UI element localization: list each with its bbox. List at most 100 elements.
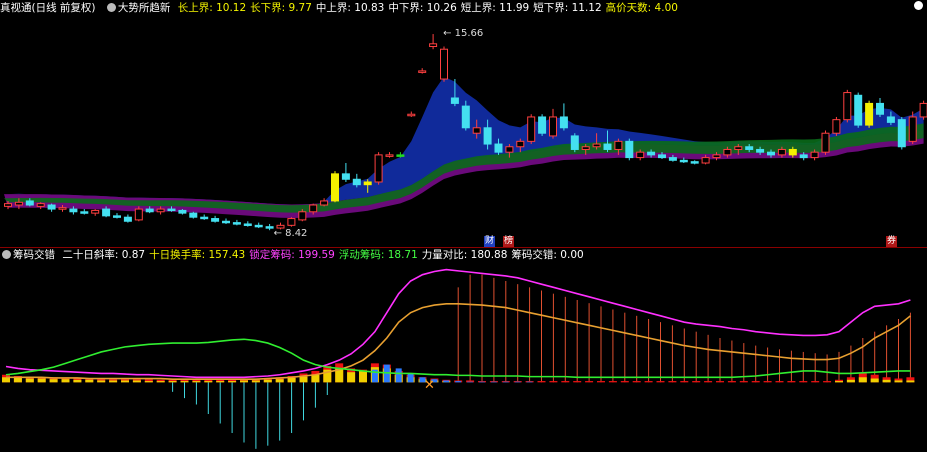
chip-bar-yellow	[85, 379, 94, 383]
chart-mode: (日线 前复权)	[31, 2, 96, 14]
candle-body	[581, 146, 590, 150]
candle-body	[200, 216, 209, 220]
candle-body	[886, 116, 895, 123]
price-chart[interactable]	[0, 14, 927, 247]
chip-bar-yellow	[156, 381, 165, 383]
candle-body	[134, 208, 143, 221]
stat-lower-2: 锁定筹码: 199.59	[249, 249, 335, 261]
upper-stats: 长上界: 10.12 长下界: 9.77 中上界: 10.83 中下界: 10.26 短…	[178, 2, 682, 14]
event-tag-list[interactable]: 榜	[503, 236, 514, 247]
candle-body	[352, 178, 361, 186]
chip-bar-red	[668, 381, 677, 383]
low-price-label: ← 8.42	[273, 228, 308, 240]
chip-bar-red	[692, 381, 701, 383]
event-tag-finance[interactable]: 财	[484, 236, 495, 247]
candle-body	[603, 143, 612, 150]
candle-body	[123, 216, 132, 222]
chip-bar-yellow	[97, 380, 106, 383]
chip-bar-blue	[490, 381, 497, 383]
candle-body	[908, 116, 917, 142]
upper-indicator-name[interactable]: 大势所趋新	[118, 2, 171, 14]
candle-body	[145, 208, 154, 213]
candle-body	[767, 151, 775, 156]
candle-body	[701, 157, 710, 164]
high-price-label: ← 15.66	[443, 28, 484, 40]
chip-bar-yellow	[311, 374, 320, 383]
candle-body	[254, 224, 263, 228]
stat-upper-2: 中上界: 10.83	[315, 2, 385, 14]
candle-body	[712, 154, 721, 159]
stock-name: 真视通	[0, 2, 32, 14]
candle-body	[505, 146, 514, 153]
candle-body	[494, 143, 503, 153]
candle-body	[178, 209, 187, 214]
indicator-toggle-icon[interactable]	[2, 250, 11, 259]
chip-bar-blue	[514, 381, 521, 383]
stat-upper-1: 长下界: 9.77	[250, 2, 312, 14]
indicator-toggle-icon[interactable]	[106, 3, 116, 12]
chip-bar-yellow	[204, 381, 213, 383]
candle-body	[156, 208, 165, 213]
chip-bar-yellow	[299, 376, 308, 383]
chip-bar-blue	[407, 373, 414, 383]
candle-body	[483, 127, 492, 145]
chip-bar-yellow	[287, 377, 296, 383]
chip-bar-yellow	[835, 381, 843, 383]
chip-bar-yellow	[347, 372, 356, 383]
chip-indicator-chart[interactable]	[0, 262, 927, 452]
candle-body	[745, 146, 754, 150]
candle-body	[341, 173, 350, 180]
event-tag-margin[interactable]: 券	[886, 236, 897, 247]
chip-bar-yellow	[858, 377, 867, 383]
chip-bar-red	[704, 381, 713, 383]
chip-bar-red	[573, 381, 582, 383]
candle-body	[374, 154, 383, 183]
candle-body	[538, 116, 547, 134]
chip-bar-red	[775, 381, 784, 383]
chip-bar-red	[656, 381, 665, 383]
candle-body	[614, 140, 623, 150]
candle-body	[36, 203, 45, 207]
lower-stats: 二十日斜率: 0.87 十日换手率: 157.43 锁定筹码: 199.59 浮动筹码…	[62, 249, 587, 261]
stat-upper-3: 中下界: 10.26	[388, 2, 457, 14]
chip-bar-yellow	[228, 381, 237, 383]
stat-lower-5: 筹码交错: 0.00	[511, 249, 584, 261]
candle-body	[4, 203, 12, 207]
candle-body	[777, 148, 786, 156]
chip-bar-yellow	[109, 380, 118, 383]
chip-bar-yellow	[144, 381, 153, 383]
candle-body	[418, 70, 427, 73]
chip-bar-red	[811, 381, 820, 383]
chip-bar-blue	[395, 368, 402, 383]
candle-body	[592, 143, 601, 148]
chip-bar-red	[751, 381, 760, 383]
lower-indicator-name[interactable]: 筹码交错	[13, 249, 55, 261]
chip-bar-red	[787, 381, 796, 383]
candle-body	[527, 116, 536, 142]
candle-body	[897, 119, 906, 148]
candle-body	[756, 148, 765, 153]
chip-bar-red	[680, 381, 689, 383]
close-icon[interactable]	[914, 1, 923, 10]
chip-bar-yellow	[846, 379, 855, 383]
chip-bar-yellow	[240, 380, 248, 383]
lower-header: 筹码交错 二十日斜率: 0.87 十日换手率: 157.43 锁定筹码: 199.5…	[0, 247, 592, 263]
candle-body	[69, 208, 78, 213]
chip-bar-yellow	[37, 378, 46, 383]
chip-bar-red	[716, 381, 724, 383]
candle-body	[472, 127, 481, 134]
candle-body	[287, 218, 296, 226]
candle-body	[919, 102, 927, 118]
candle-body	[647, 151, 656, 156]
candle-body	[25, 200, 34, 206]
chip-bar-yellow	[25, 378, 34, 383]
chip-bar-yellow	[894, 380, 903, 383]
chip-bar-yellow	[359, 370, 367, 383]
chip-bar-red	[763, 381, 772, 383]
chip-bar-blue	[526, 381, 533, 383]
chip-bar-blue	[467, 381, 474, 383]
candle-body	[461, 105, 470, 129]
candle-body	[690, 161, 699, 164]
candle-body	[265, 226, 274, 229]
chip-bar-red	[549, 381, 558, 383]
